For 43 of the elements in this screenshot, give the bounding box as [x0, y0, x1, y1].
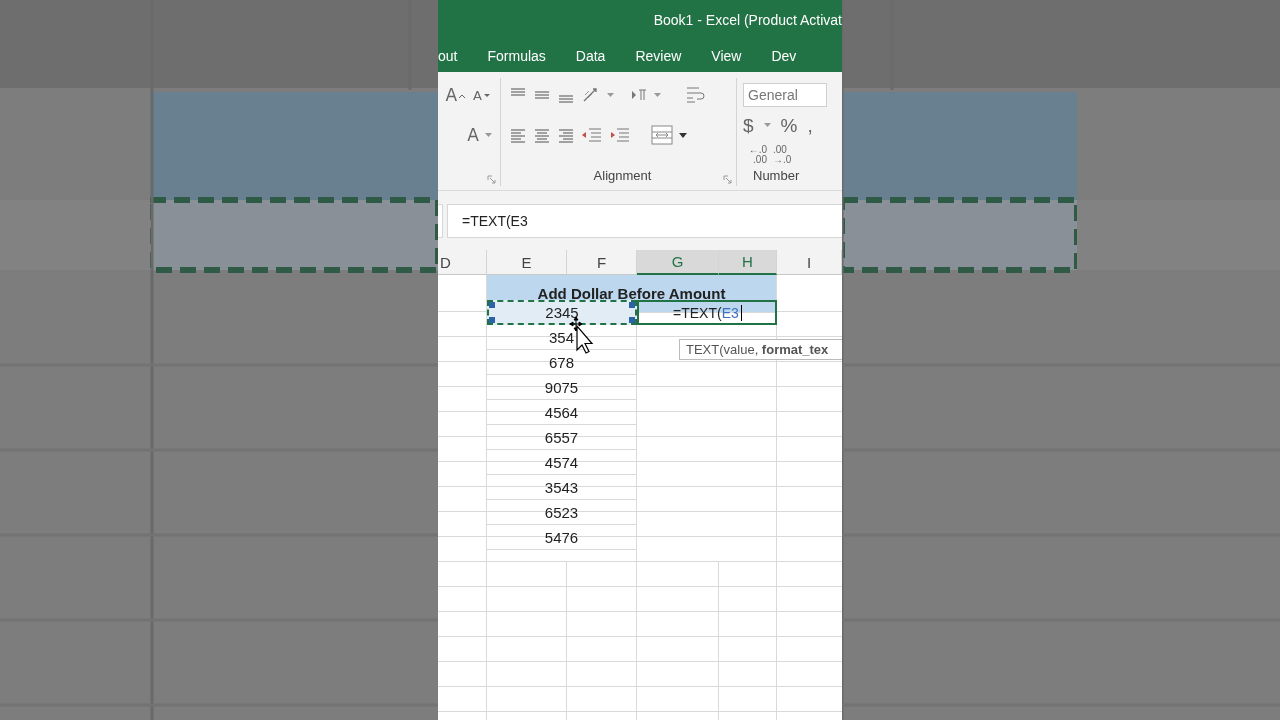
comma-format-button[interactable]: ,	[807, 115, 813, 135]
ribbon-tab[interactable]: View	[696, 40, 757, 72]
shrink-arrow-icon	[482, 91, 492, 100]
merge-cells-icon[interactable]	[651, 125, 673, 145]
column-header[interactable]: G	[637, 250, 719, 275]
font-shrink-button[interactable]: A	[473, 88, 492, 102]
table-cell: 2345	[487, 300, 637, 325]
increase-indent-icon[interactable]	[609, 126, 631, 144]
dialog-launcher-icon[interactable]	[487, 175, 496, 184]
number-format-field[interactable]: General	[743, 83, 827, 107]
column-header[interactable]: H	[719, 250, 777, 275]
table-cell: 9075	[487, 375, 637, 400]
percent-format-button[interactable]: %	[780, 115, 798, 135]
increase-decimal-button[interactable]: ←.0 .00	[743, 145, 767, 165]
table-cell: 4574	[487, 450, 637, 475]
table-cell: 5476	[487, 525, 637, 550]
font-color-button[interactable]: A	[467, 126, 479, 144]
ribbon-tab[interactable]: Dev	[756, 40, 812, 72]
table-cell: 3543	[487, 475, 637, 500]
align-center-icon[interactable]	[533, 126, 551, 144]
dropdown-arrow-icon[interactable]	[679, 132, 687, 138]
formula-bar[interactable]: =TEXT(E3	[447, 203, 842, 238]
table-cell: 6523	[487, 500, 637, 525]
dialog-launcher-icon[interactable]	[723, 175, 732, 184]
function-tooltip: TEXT(value, format_tex	[679, 339, 842, 360]
window-title: Book1 - Excel (Product Activat	[653, 12, 842, 28]
text-direction-icon[interactable]	[630, 88, 648, 102]
group-label: Alignment	[593, 168, 652, 185]
active-cell[interactable]: =TEXT(E3	[637, 300, 777, 325]
decrease-indent-icon[interactable]	[581, 126, 603, 144]
ribbon-tab[interactable]: Review	[620, 40, 697, 72]
align-right-icon[interactable]	[557, 126, 575, 144]
decrease-decimal-button[interactable]: .00 →.0	[773, 145, 797, 165]
ribbon-tab[interactable]: Formulas	[472, 40, 561, 72]
currency-format-button[interactable]: $	[743, 115, 754, 135]
table-cell: 4564	[487, 400, 637, 425]
table-cell: 6557	[487, 425, 637, 450]
ribbon-tab[interactable]: out	[438, 40, 473, 72]
font-grow-button[interactable]: A	[445, 86, 468, 104]
ribbon-tab[interactable]: Data	[560, 40, 621, 72]
align-left-icon[interactable]	[509, 126, 527, 144]
group-label: Number	[753, 168, 800, 185]
wrap-text-icon[interactable]	[685, 85, 705, 105]
